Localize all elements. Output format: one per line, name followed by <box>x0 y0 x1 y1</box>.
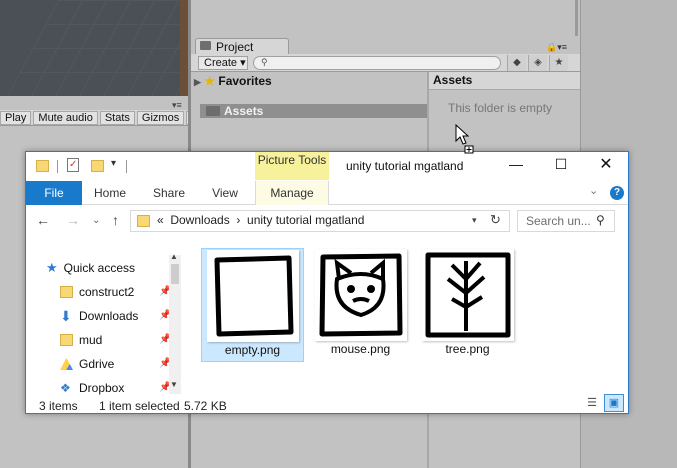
gdrive-icon <box>60 358 73 370</box>
breadcrumb[interactable]: « Downloads › unity tutorial mgatland <box>157 213 364 227</box>
file-item-tree[interactable]: tree.png <box>416 248 519 362</box>
maximize-icon[interactable]: ☐ <box>546 156 576 176</box>
favorites-item[interactable]: ▶ ★ Favorites <box>194 74 272 88</box>
gizmos-dropdown[interactable]: Gizmos <box>136 111 185 125</box>
nav-item-label: Gdrive <box>79 357 115 371</box>
folder-icon <box>60 334 73 346</box>
large-icons-view-icon[interactable]: ▣ <box>604 394 624 412</box>
search-icon: ⚲ <box>261 57 268 67</box>
folder-icon[interactable] <box>36 160 49 172</box>
up-arrow-icon[interactable]: ↑ <box>112 212 119 228</box>
minimize-icon[interactable]: — <box>501 156 531 176</box>
tab-manage[interactable]: Manage <box>255 181 329 205</box>
create-dropdown[interactable]: Create ▾ <box>198 56 248 70</box>
tab-share[interactable]: Share <box>142 181 196 205</box>
search-icon: ⚲ <box>596 213 605 227</box>
checkmark-icon: ✓ <box>69 159 78 170</box>
filter-by-type-icon[interactable]: ◆ <box>507 55 526 71</box>
status-size: 5.72 KB <box>184 399 227 413</box>
favorites-label: Favorites <box>218 74 272 88</box>
address-dropdown-icon[interactable]: ▾ <box>472 215 477 226</box>
empty-folder-message: This folder is empty <box>448 101 553 115</box>
star-icon: ★ <box>46 260 58 275</box>
tab-view[interactable]: View <box>200 181 250 205</box>
folder-icon <box>137 215 150 227</box>
scroll-up-icon[interactable]: ▲ <box>170 252 178 261</box>
quick-access-toolbar-dropdown[interactable]: ▾ <box>111 158 116 169</box>
scroll-down-icon[interactable]: ▼ <box>170 380 178 389</box>
nav-item-label: construct2 <box>79 285 135 299</box>
game-toolbar: Play Mute audio Stats Gizmos ▾ <box>0 110 202 126</box>
nav-item-gdrive[interactable]: Gdrive 📌 <box>60 354 171 374</box>
new-folder-icon[interactable] <box>91 160 104 172</box>
picture-tools-context: Picture Tools <box>255 152 329 180</box>
help-icon[interactable]: ? <box>610 186 624 200</box>
file-name: tree.png <box>445 342 490 356</box>
play-toggle[interactable]: Play <box>0 111 32 125</box>
nav-item-label: Quick access <box>63 261 136 275</box>
file-name: mouse.png <box>330 342 391 356</box>
separator <box>126 160 127 173</box>
project-tab-icon <box>200 41 211 50</box>
close-icon[interactable]: ✕ <box>591 154 621 176</box>
file-item-mouse[interactable]: mouse.png <box>309 248 412 362</box>
favorite-star-icon[interactable]: ★ <box>549 55 568 71</box>
project-search-input[interactable] <box>253 56 501 70</box>
tab-file[interactable]: File <box>26 181 82 205</box>
nav-item-label: Downloads <box>79 309 139 323</box>
lock-icon[interactable]: 🔒▾≡ <box>546 42 567 53</box>
scene-view[interactable] <box>0 0 190 110</box>
picture-tools-label: Picture Tools <box>257 153 327 167</box>
expand-arrow-icon[interactable]: ▶ <box>194 77 201 87</box>
separator <box>57 160 58 173</box>
nav-item-quick-access[interactable]: ★ Quick access <box>46 258 135 278</box>
filter-by-label-icon[interactable]: ◈ <box>528 55 547 71</box>
folder-icon <box>60 286 73 298</box>
forward-arrow-icon[interactable]: → <box>66 212 80 228</box>
tab-home[interactable]: Home <box>84 181 136 205</box>
scene-grid <box>0 0 190 110</box>
star-icon: ★ <box>204 74 216 88</box>
image-thumbnail <box>206 250 299 342</box>
scrollbar-thumb[interactable] <box>171 264 179 284</box>
nav-item-construct2[interactable]: construct2 📌 <box>60 282 171 302</box>
assets-breadcrumb: Assets <box>429 72 580 90</box>
expand-ribbon-icon[interactable]: ⌄ <box>589 184 598 197</box>
file-name: empty.png <box>224 343 281 357</box>
file-explorer-window: ✓ ▾ Picture Tools unity tutorial mgatlan… <box>25 151 629 414</box>
hierarchy-panel <box>191 0 579 36</box>
assets-tree-label: Assets <box>224 104 264 118</box>
file-item-empty[interactable]: empty.png <box>201 248 304 362</box>
back-arrow-icon[interactable]: ← <box>36 212 50 228</box>
nav-item-label: mud <box>79 333 103 347</box>
game-view-bottom <box>0 415 188 468</box>
status-item-count: 3 items <box>39 399 78 413</box>
recent-locations-icon[interactable]: ⌄ <box>92 215 100 226</box>
image-thumbnail <box>314 249 407 341</box>
download-icon: ⬇ <box>60 308 72 324</box>
mouse-cursor-icon <box>455 123 477 157</box>
image-thumbnail <box>421 249 514 341</box>
nav-item-downloads[interactable]: ⬇ Downloads 📌 <box>60 306 171 326</box>
window-title: unity tutorial mgatland <box>346 159 464 173</box>
create-label: Create <box>204 57 238 69</box>
status-selection: 1 item selected <box>99 399 180 413</box>
refresh-icon[interactable]: ↻ <box>490 212 501 228</box>
stats-toggle[interactable]: Stats <box>99 111 135 125</box>
details-view-icon[interactable]: ☰ <box>584 396 600 411</box>
mute-audio-toggle[interactable]: Mute audio <box>33 111 98 125</box>
panel-divider <box>575 0 578 36</box>
nav-item-mud[interactable]: mud 📌 <box>60 330 171 350</box>
folder-icon <box>206 106 220 116</box>
